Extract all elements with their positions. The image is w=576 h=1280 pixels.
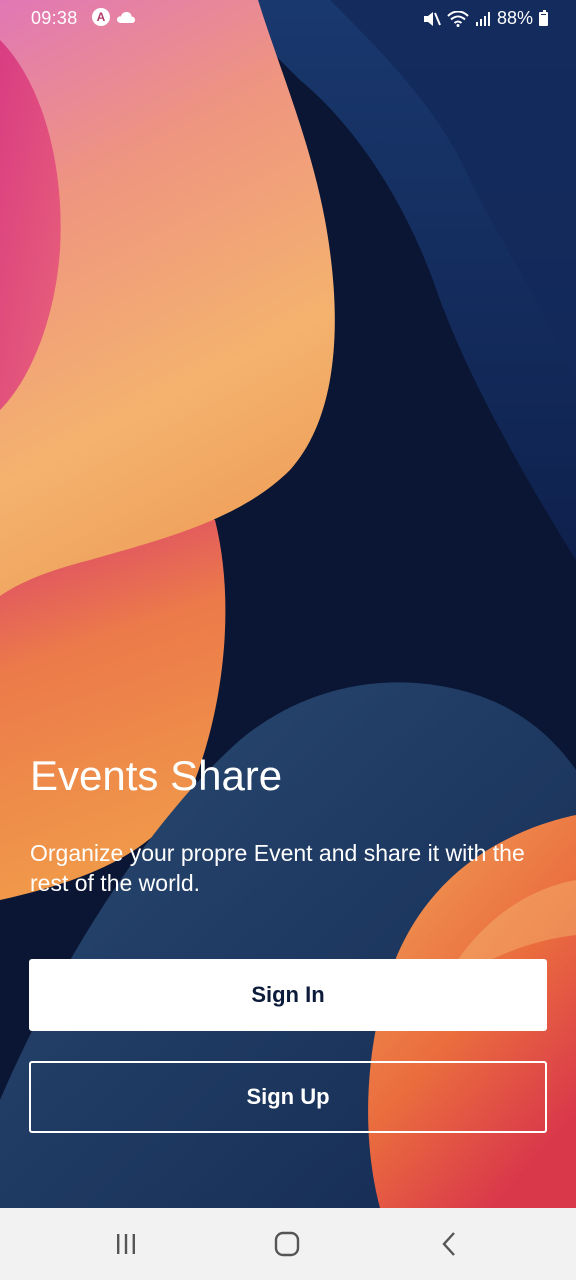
- sign-in-button[interactable]: Sign In: [29, 959, 547, 1031]
- sign-up-button[interactable]: Sign Up: [29, 1061, 547, 1133]
- app-subtitle: Organize your propre Event and share it …: [30, 840, 525, 896]
- app-title: Events Share: [30, 752, 283, 799]
- battery-icon: [539, 9, 548, 26]
- recents-button[interactable]: [106, 1228, 146, 1260]
- battery-percent: 88%: [496, 8, 533, 28]
- cloud-icon: [117, 12, 135, 23]
- status-right: 88%: [423, 8, 548, 29]
- app-notification-icon: A: [92, 8, 110, 26]
- wifi-icon: [447, 10, 469, 27]
- status-bar: 09:38 A 88%: [0, 0, 576, 36]
- status-time: 09:38: [31, 8, 78, 28]
- signal-icon: [475, 11, 490, 26]
- mute-icon: [423, 11, 441, 26]
- home-button[interactable]: [267, 1228, 307, 1260]
- recents-icon: [117, 1234, 135, 1254]
- home-icon: [274, 1231, 300, 1257]
- battery-fill: [541, 14, 546, 24]
- status-left-icons: A: [92, 8, 136, 26]
- back-icon: [442, 1232, 455, 1256]
- welcome-screen: 09:38 A 88% Events Share Organize your p…: [0, 0, 576, 1208]
- navigation-bar: [0, 1208, 576, 1280]
- back-button[interactable]: [429, 1228, 469, 1260]
